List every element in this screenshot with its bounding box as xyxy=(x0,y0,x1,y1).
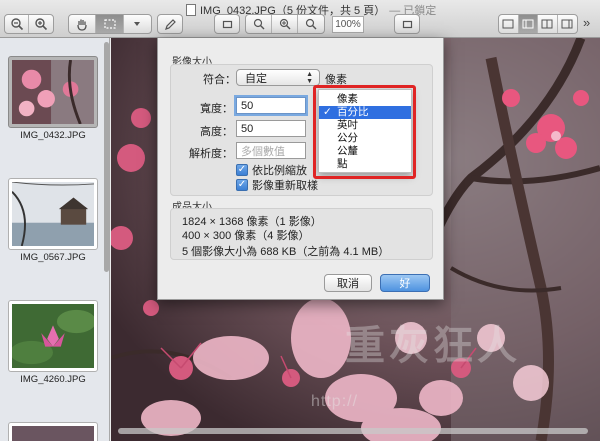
sidebar-scrollbar[interactable] xyxy=(104,42,109,272)
thumbnail-frame xyxy=(8,300,98,372)
thumbnail-frame xyxy=(8,422,98,441)
checkbox-checked-icon: ✓ xyxy=(236,179,248,191)
width-label: 寬度： xyxy=(200,103,233,115)
toolbar-overflow-button[interactable]: » xyxy=(583,15,590,30)
annotation-highlight-box xyxy=(313,85,416,179)
popup-arrows-icon: ▲ ▼ xyxy=(306,71,313,85)
view-contact-sheet-icon[interactable] xyxy=(538,15,558,33)
scale-proportionally-checkbox[interactable]: ✓ 依比例縮放 xyxy=(236,162,307,178)
selection-dropdown-icon[interactable] xyxy=(124,15,151,33)
scale-proportionally-label: 依比例縮放 xyxy=(252,165,307,177)
thumbnail-frame xyxy=(8,178,98,250)
zoom-level[interactable]: 100% xyxy=(332,16,364,33)
resolution-label: 解析度： xyxy=(189,148,233,160)
horizontal-scrollbar[interactable] xyxy=(118,428,588,434)
thumbnail-image xyxy=(12,59,94,125)
fit-popup[interactable]: 自定 ▲ ▼ xyxy=(236,69,320,86)
thumbnail-item[interactable] xyxy=(8,422,98,441)
fit-popup-value: 自定 xyxy=(245,72,267,85)
zoom-tools-group xyxy=(245,14,325,34)
height-label: 高度： xyxy=(200,126,233,138)
fit-label: 符合： xyxy=(203,74,236,86)
resolution-placeholder: 多個數值 xyxy=(241,145,285,158)
watermark-url: http:// xyxy=(311,393,359,410)
hand-icon[interactable] xyxy=(69,15,97,33)
view-mode-group xyxy=(498,14,578,34)
crop-icon[interactable] xyxy=(214,14,240,34)
thumbnail-frame xyxy=(8,56,98,128)
rotate-icon[interactable] xyxy=(394,14,420,34)
zoom-to-fit-icon[interactable] xyxy=(298,15,324,33)
watermark-logo: 重灰狂人 xyxy=(345,322,521,369)
thumbnail-image xyxy=(10,304,96,368)
thumbnail-item[interactable]: IMG_0567.JPG xyxy=(8,178,98,263)
document-icon xyxy=(186,4,196,16)
result-line: 400 × 300 像素（4 影像） xyxy=(182,230,310,242)
window-toolbar: IMG_0432.JPG（5 份文件，共 5 頁） — 已鎖定 100% » xyxy=(0,0,600,38)
zoom-group xyxy=(4,14,54,34)
thumbnail-filename: IMG_0567.JPG xyxy=(20,252,86,263)
pen-icon[interactable] xyxy=(157,14,183,34)
view-single-icon[interactable] xyxy=(499,15,519,33)
resolution-field[interactable]: 多個數值 xyxy=(236,142,306,159)
selection-icon[interactable] xyxy=(96,15,124,33)
zoom-fit-icon[interactable] xyxy=(246,15,272,33)
thumbnail-sidebar: IMG_0432.JPG IMG_0567.JPG IMG_4260.JPG xyxy=(0,38,110,441)
resample-checkbox[interactable]: ✓ 影像重新取樣 xyxy=(236,177,318,193)
width-field[interactable]: 50 xyxy=(236,97,306,114)
ok-button[interactable]: 好 xyxy=(380,274,430,292)
cancel-button[interactable]: 取消 xyxy=(324,274,372,292)
thumbnail-image xyxy=(11,181,95,247)
thumbnail-item[interactable]: IMG_0432.JPG xyxy=(8,56,98,141)
zoom-out-icon[interactable] xyxy=(5,15,29,33)
zoom-actual-icon[interactable] xyxy=(272,15,298,33)
checkbox-checked-icon: ✓ xyxy=(236,164,248,176)
tool-group xyxy=(68,14,152,34)
thumbnail-filename: IMG_0432.JPG xyxy=(20,130,86,141)
result-summary: 5 個影像大小為 688 KB（之前為 4.1 MB） xyxy=(182,246,390,258)
view-split-icon[interactable] xyxy=(558,15,577,33)
resample-label: 影像重新取樣 xyxy=(252,180,318,192)
thumbnail-item[interactable]: IMG_4260.JPG xyxy=(8,300,98,385)
view-thumbnails-icon[interactable] xyxy=(518,15,538,33)
thumbnail-filename: IMG_4260.JPG xyxy=(20,374,86,385)
height-field[interactable]: 50 xyxy=(236,120,306,137)
zoom-in-icon[interactable] xyxy=(29,15,53,33)
